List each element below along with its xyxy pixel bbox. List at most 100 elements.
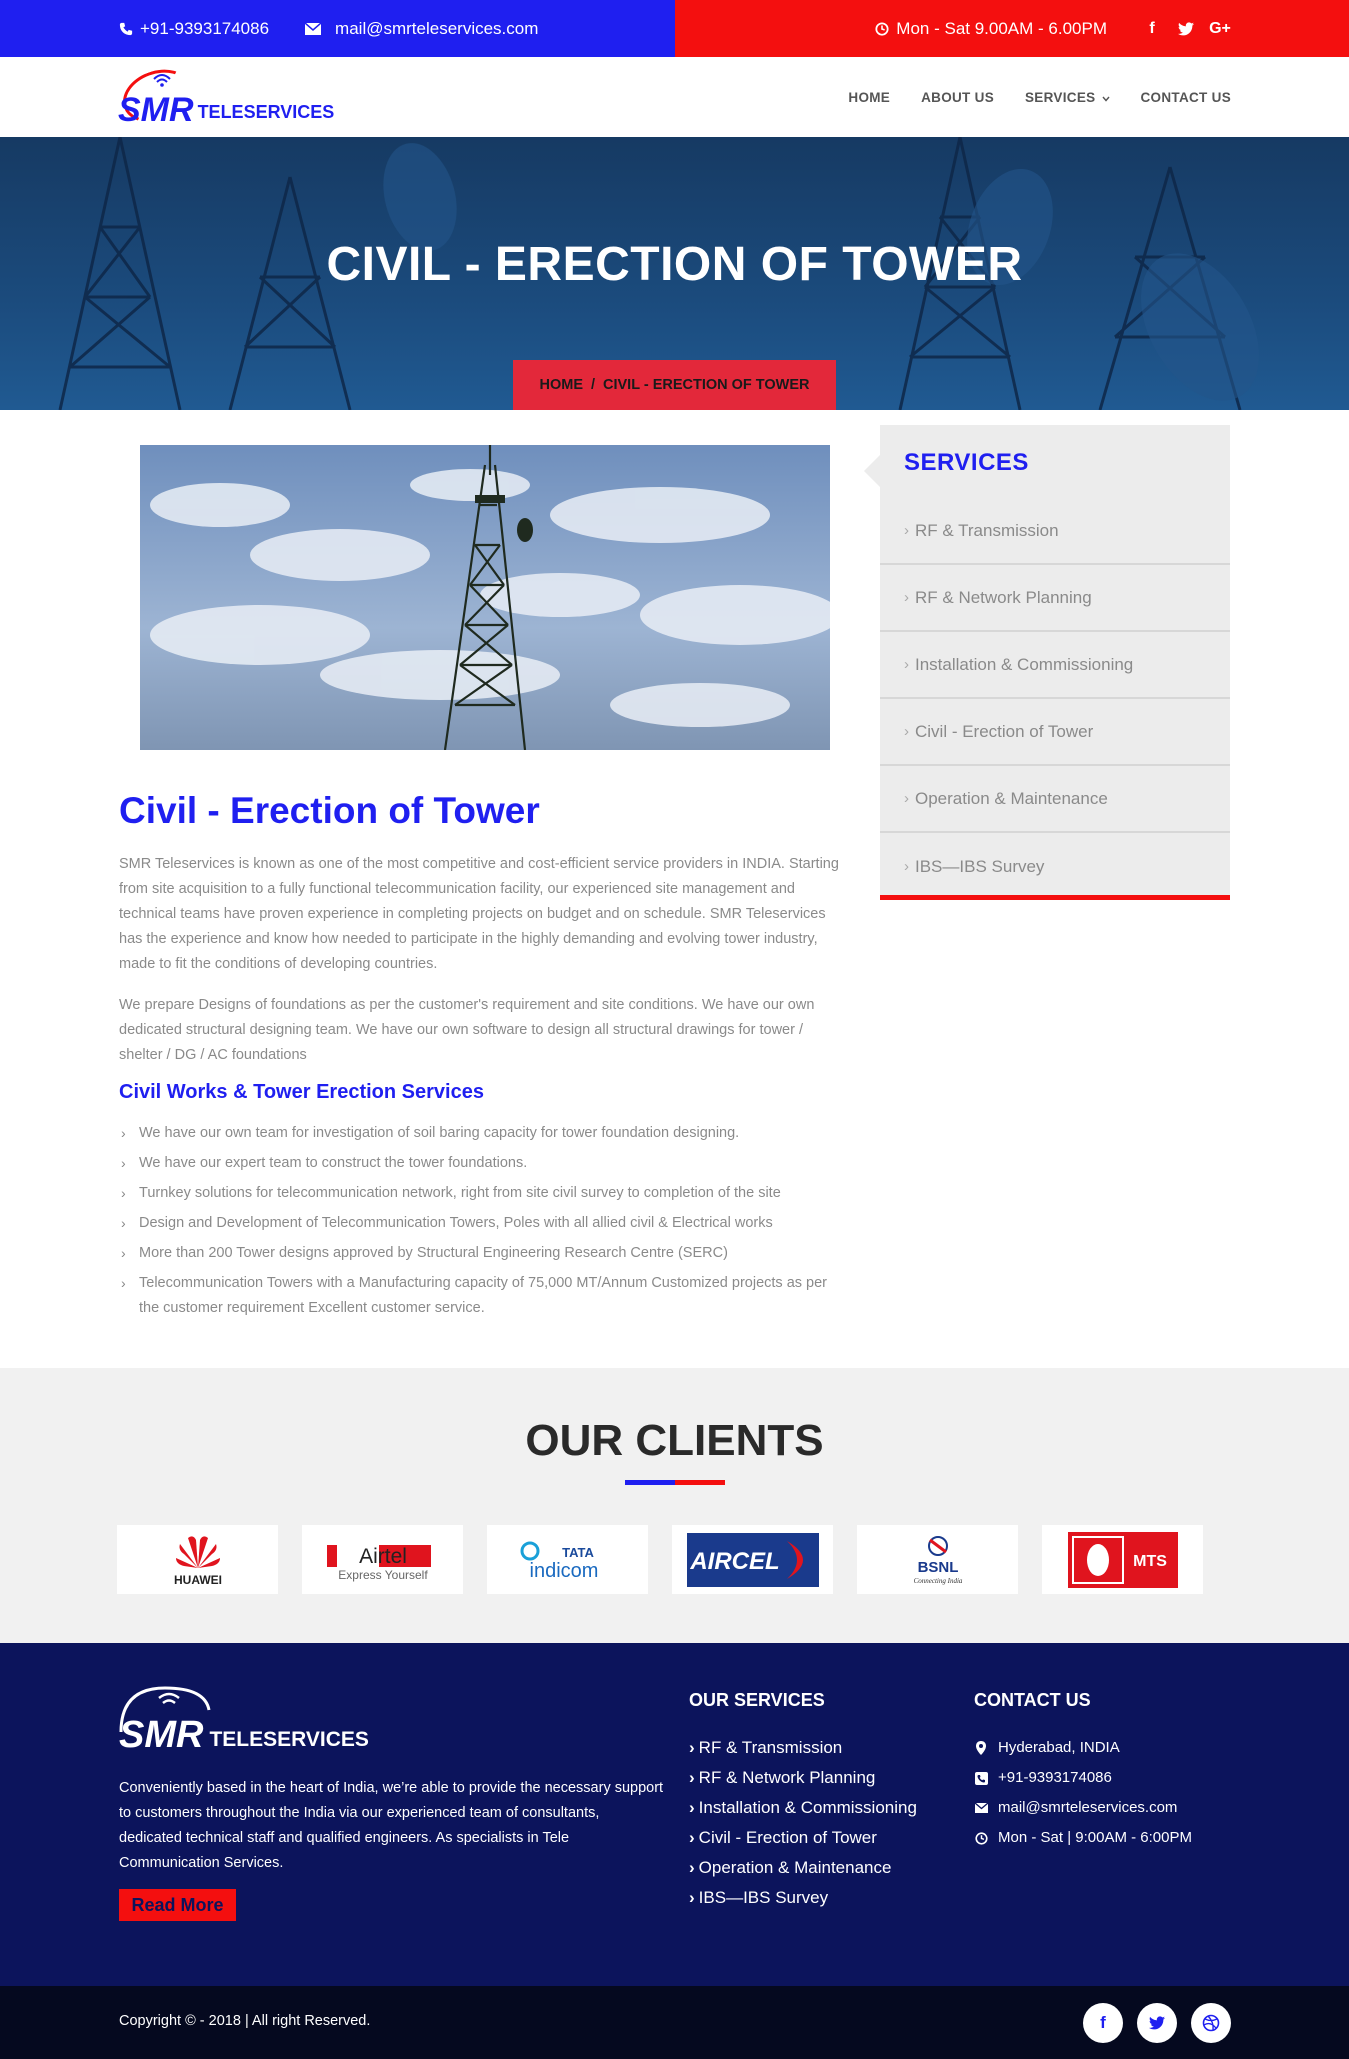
sidebar-item-ibs-survey[interactable]: › IBS—IBS Survey	[880, 833, 1230, 900]
services-sidebar: SERVICES › RF & Transmission › RF & Networ…	[864, 425, 1230, 900]
svg-text:indicom: indicom	[529, 1560, 598, 1582]
sidebar-item-label: Installation & Commissioning	[915, 654, 1134, 674]
bottom-bar: Copyright © - 2018 | All right Reserved.…	[0, 1986, 1349, 2059]
client-logo-bsnl[interactable]: BSNL Connecting India	[857, 1525, 1018, 1594]
footer-service-label: Civil - Erection of Tower	[698, 1828, 877, 1847]
envelope-icon	[974, 1803, 988, 1813]
phone-icon	[974, 1771, 988, 1785]
footer-contact-phone[interactable]: +91-9393174086	[974, 1763, 1192, 1793]
top-bar-hours-text: Mon - Sat 9.00AM - 6.00PM	[896, 18, 1107, 38]
top-bar-email-text: mail@smrteleservices.com	[335, 18, 539, 38]
footer-service-label: Installation & Commissioning	[698, 1798, 917, 1817]
chevron-down-icon	[1101, 96, 1110, 102]
sidebar-item-operation-maintenance[interactable]: › Operation & Maintenance	[880, 766, 1230, 833]
sidebar-title: SERVICES	[904, 449, 1029, 476]
top-bar-phone[interactable]: +91-9393174086	[118, 19, 269, 39]
top-bar-email[interactable]: mail@smrteleservices.com	[305, 19, 538, 39]
chevron-right-icon: ›	[904, 522, 909, 539]
read-more-button[interactable]: Read More	[119, 1889, 236, 1921]
footer-service-label: Operation & Maintenance	[698, 1858, 892, 1877]
nav-about-us[interactable]: ABOUT US	[921, 90, 994, 105]
footer-services-title: OUR SERVICES	[689, 1690, 825, 1710]
top-bar-contact: +91-9393174086 mail@smrteleservices.com	[0, 0, 675, 57]
footer-service-label: RF & Transmission	[698, 1738, 843, 1757]
nav-home[interactable]: HOME	[848, 90, 890, 105]
svg-text:HUAWEI: HUAWEI	[174, 1573, 222, 1587]
clients-title-underline	[625, 1480, 725, 1485]
list-item: › We have our expert team to construct th…	[119, 1151, 849, 1176]
footer-contact-email[interactable]: mail@smrteleservices.com	[974, 1793, 1192, 1823]
breadcrumb-home[interactable]: HOME	[539, 377, 583, 393]
top-bar-hours: Mon - Sat 9.00AM - 6.00PM	[874, 19, 1107, 39]
footer-contact-title: CONTACT US	[974, 1690, 1091, 1710]
wifi-icon	[153, 74, 171, 87]
svg-text:Express Yourself: Express Yourself	[338, 1568, 428, 1582]
list-item: › More than 200 Tower designs approved by…	[119, 1241, 849, 1266]
nav-contact-us[interactable]: CONTACT US	[1141, 90, 1232, 105]
footer-contact-text: Mon - Sat | 9:00AM - 6:00PM	[998, 1829, 1192, 1846]
twitter-icon[interactable]	[1137, 2003, 1177, 2043]
list-item-text: Turnkey solutions for telecommunication …	[139, 1185, 781, 1201]
list-item-text: More than 200 Tower designs approved by …	[139, 1245, 728, 1261]
chevron-right-icon: ›	[689, 1738, 695, 1757]
sidebar-notch	[864, 455, 880, 487]
list-item: › Design and Development of Telecommunica…	[119, 1211, 849, 1236]
chevron-right-icon: ›	[121, 1125, 126, 1141]
chevron-right-icon: ›	[689, 1828, 695, 1847]
logo-mark: SMR	[118, 91, 194, 129]
footer-contact-text: +91-9393174086	[998, 1769, 1112, 1786]
footer: SMR TELESERVICES Conveniently based in t…	[0, 1643, 1349, 1986]
client-logo-tata-indicom[interactable]: TATA indicom	[487, 1525, 648, 1594]
sidebar-item-rf-transmission[interactable]: › RF & Transmission	[880, 498, 1230, 565]
google-plus-icon[interactable]: G+	[1209, 20, 1231, 38]
footer-service-link[interactable]: › IBS—IBS Survey	[689, 1883, 917, 1913]
chevron-right-icon: ›	[904, 790, 909, 807]
site-logo[interactable]: SMR TELESERVICES	[115, 60, 334, 132]
breadcrumb-current: CIVIL - ERECTION OF TOWER	[603, 377, 810, 393]
twitter-icon[interactable]	[1175, 21, 1197, 36]
top-bar: +91-9393174086 mail@smrteleservices.com …	[0, 0, 1349, 57]
phone-icon	[118, 21, 134, 37]
navbar: SMR TELESERVICES HOME ABOUT US SERVICES …	[0, 57, 1349, 137]
page-title: CIVIL - ERECTION OF TOWER	[326, 238, 1023, 291]
facebook-icon[interactable]: f	[1141, 20, 1163, 38]
sidebar-item-civil-erection[interactable]: › Civil - Erection of Tower	[880, 699, 1230, 766]
sidebar-item-label: RF & Network Planning	[915, 587, 1092, 607]
client-logo-huawei[interactable]: HUAWEI	[117, 1525, 278, 1594]
list-item-text: Telecommunication Towers with a Manufact…	[139, 1275, 827, 1316]
nav-services[interactable]: SERVICES	[1025, 90, 1110, 105]
client-logo-aircel[interactable]: AIRCEL	[672, 1525, 833, 1594]
footer-service-link[interactable]: › RF & Transmission	[689, 1733, 917, 1763]
footer-logo-text: TELESERVICES	[209, 1728, 369, 1751]
chevron-right-icon: ›	[904, 858, 909, 875]
clock-icon	[974, 1831, 988, 1845]
envelope-icon	[305, 21, 322, 37]
footer-service-link[interactable]: › Installation & Commissioning	[689, 1793, 917, 1823]
footer-service-link[interactable]: › Civil - Erection of Tower	[689, 1823, 917, 1853]
sidebar-item-installation[interactable]: › Installation & Commissioning	[880, 632, 1230, 699]
svg-text:Connecting India: Connecting India	[913, 1577, 962, 1585]
dribbble-icon[interactable]	[1191, 2003, 1231, 2043]
footer-contact-list: Hyderabad, INDIA +91-9393174086 mail@smr…	[974, 1733, 1192, 1853]
footer-contact-text: Hyderabad, INDIA	[998, 1739, 1120, 1756]
sidebar-item-label: Operation & Maintenance	[915, 788, 1108, 808]
footer-service-link[interactable]: › RF & Network Planning	[689, 1763, 917, 1793]
chevron-right-icon: ›	[689, 1858, 695, 1877]
footer-contact-address: Hyderabad, INDIA	[974, 1733, 1192, 1763]
chevron-right-icon: ›	[904, 589, 909, 606]
sidebar-item-rf-network-planning[interactable]: › RF & Network Planning	[880, 565, 1230, 632]
chevron-right-icon: ›	[121, 1185, 126, 1201]
top-bar-phone-text: +91-9393174086	[140, 18, 270, 38]
footer-logo[interactable]: SMR TELESERVICES	[119, 1686, 369, 1754]
client-logo-mts[interactable]: MTS	[1042, 1525, 1203, 1594]
copyright-text: Copyright © - 2018 | All right Reserved.	[119, 2013, 371, 2029]
chevron-right-icon: ›	[689, 1888, 695, 1907]
footer-contact-text: mail@smrteleservices.com	[998, 1799, 1178, 1816]
chevron-right-icon: ›	[904, 723, 909, 740]
footer-service-link[interactable]: › Operation & Maintenance	[689, 1853, 917, 1883]
client-logo-airtel[interactable]: Airtel Express Yourself	[302, 1525, 463, 1594]
svg-text:Airtel: Airtel	[359, 1545, 407, 1568]
facebook-icon[interactable]: f	[1083, 2003, 1123, 2043]
top-bar-hours-social: Mon - Sat 9.00AM - 6.00PM f G+	[675, 0, 1349, 57]
list-item: › We have our own team for investigation …	[119, 1121, 849, 1146]
